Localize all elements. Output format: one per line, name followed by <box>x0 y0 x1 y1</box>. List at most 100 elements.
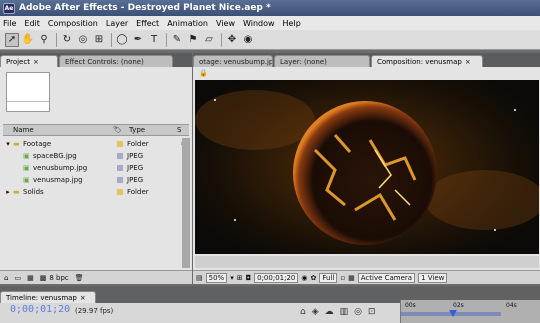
tab-project[interactable]: Project × <box>0 55 58 67</box>
expand-arrow-icon[interactable]: ▸ <box>3 188 13 196</box>
bit-depth-label[interactable]: 8 bpc <box>49 274 68 282</box>
menu-view[interactable]: View <box>216 19 235 28</box>
item-type: JPEG <box>127 152 144 160</box>
draft-3d-icon[interactable]: ◈ <box>312 307 325 317</box>
tab-effect-controls[interactable]: Effect Controls: (none) <box>59 55 173 67</box>
zoom-tool-icon[interactable]: ⚲ <box>37 33 51 47</box>
toolbar-divider <box>56 32 57 47</box>
tab-layer[interactable]: Layer: (none) <box>274 55 370 67</box>
item-type: JPEG <box>127 164 144 172</box>
type-tool-icon[interactable]: T <box>147 33 161 47</box>
view-layout-select[interactable]: 1 View <box>418 272 448 283</box>
zoom-select[interactable]: 50% <box>205 272 228 283</box>
list-item[interactable]: ▸ ▬ Solids Folder <box>3 186 189 198</box>
list-item[interactable]: ▣ venusmap.jpg JPEG <box>3 174 189 186</box>
composition-footer: ▤ 50% ▾ ⊞ ◘ 0;00;01;20 ◉ ✿ Full ▫ ▦ Acti… <box>193 270 540 284</box>
list-item[interactable]: ▣ venusbump.jpg JPEG <box>3 162 189 174</box>
shy-layers-icon[interactable]: ☁ <box>325 307 340 317</box>
list-item[interactable]: ▾ ▬ Footage Folder ⚙ <box>3 138 189 150</box>
color-channel-icon[interactable]: ✿ <box>311 274 317 282</box>
close-icon[interactable]: × <box>80 294 86 302</box>
image-file-icon: ▣ <box>23 152 30 160</box>
snapshot-icon[interactable]: ◉ <box>301 274 307 282</box>
tab-timeline[interactable]: Timeline: venusmap × <box>0 291 96 303</box>
tab-footage-label: otage: venusbump.jpg <box>199 58 273 66</box>
new-folder-icon[interactable]: ▭ <box>14 274 21 282</box>
tab-composition-label: Composition: venusmap <box>377 58 462 66</box>
time-ruler[interactable]: 00s 02s 04s <box>400 300 540 323</box>
menu-effect[interactable]: Effect <box>136 19 159 28</box>
camera-select[interactable]: Active Camera <box>357 272 416 283</box>
frame-rate: (29.97 fps) <box>75 307 114 315</box>
ruler-tick-label: 02s <box>453 302 464 309</box>
new-composition-icon[interactable]: ▦ <box>27 274 34 282</box>
pen-tool-icon[interactable]: ✒ <box>131 33 145 47</box>
tab-timeline-label: Timeline: venusmap <box>6 294 77 302</box>
timeline-timecode[interactable]: 0;00;01;20 <box>10 304 70 315</box>
project-scrollbar[interactable] <box>182 138 190 268</box>
column-name[interactable]: Name <box>3 126 113 134</box>
pan-behind-tool-icon[interactable]: ⊞ <box>92 33 106 47</box>
interpret-footage-icon[interactable]: ⌂ <box>4 274 8 282</box>
frame-blending-icon[interactable]: ▥ <box>340 307 355 317</box>
label-swatch <box>117 189 123 195</box>
ruler-tick-label: 04s <box>506 302 517 309</box>
tab-footage[interactable]: otage: venusbump.jpg <box>193 55 273 67</box>
tab-composition[interactable]: Composition: venusmap × <box>371 55 483 67</box>
rotate-tool-icon[interactable]: ↻ <box>60 33 74 47</box>
grid-icon[interactable]: ▤ <box>196 274 203 282</box>
grid-overlay-icon[interactable]: ⊞ <box>237 274 243 282</box>
item-name: Solids <box>23 188 44 196</box>
bit-depth-icon[interactable]: ▩ <box>40 274 47 282</box>
folder-icon: ▬ <box>13 140 20 148</box>
world-axis-icon[interactable]: ◉ <box>241 33 255 47</box>
project-footer: ⌂ ▭ ▦ ▩ 8 bpc 🗑 <box>0 270 192 284</box>
trash-icon[interactable]: 🗑 <box>75 274 84 282</box>
clone-stamp-tool-icon[interactable]: ⚑ <box>186 33 200 47</box>
chevron-down-icon[interactable]: ▾ <box>230 274 234 282</box>
brush-tool-icon[interactable]: ✎ <box>170 33 184 47</box>
motion-blur-icon[interactable]: ◎ <box>354 307 368 317</box>
column-size[interactable]: S <box>177 126 181 134</box>
folder-icon: ▬ <box>13 188 20 196</box>
column-type[interactable]: Type <box>127 126 177 134</box>
toolbar-divider <box>111 32 112 47</box>
mask-visibility-icon[interactable]: ◘ <box>246 274 252 282</box>
close-icon[interactable]: × <box>33 58 39 66</box>
lock-icon[interactable]: 🔒 <box>199 69 208 77</box>
current-time-indicator[interactable] <box>449 310 457 317</box>
expand-arrow-icon[interactable]: ▾ <box>3 140 13 148</box>
composition-mini-flowchart-icon[interactable]: ⌂ <box>300 307 312 317</box>
mask-tool-icon[interactable]: ◯ <box>115 33 129 47</box>
label-swatch <box>117 165 123 171</box>
transparency-grid-icon[interactable]: ▦ <box>348 274 355 282</box>
menu-layer[interactable]: Layer <box>106 19 128 28</box>
graph-editor-icon[interactable]: ⊡ <box>368 307 382 317</box>
list-item[interactable]: ▣ spaceBG.jpg JPEG <box>3 150 189 162</box>
hand-tool-icon[interactable]: ✋ <box>21 33 35 47</box>
resolution-select[interactable]: Full <box>319 272 338 283</box>
tab-effect-controls-label: Effect Controls: (none) <box>65 58 144 66</box>
close-icon[interactable]: × <box>465 58 471 66</box>
eraser-tool-icon[interactable]: ▱ <box>202 33 216 47</box>
timecode-display[interactable]: 0;00;01;20 <box>254 272 299 283</box>
orbit-camera-tool-icon[interactable]: ◎ <box>76 33 90 47</box>
composition-viewer[interactable] <box>195 80 539 254</box>
menu-window[interactable]: Window <box>243 19 275 28</box>
menu-animation[interactable]: Animation <box>167 19 208 28</box>
project-thumbnail <box>6 72 50 112</box>
item-type: JPEG <box>127 176 144 184</box>
axis-mode-icon[interactable]: ✥ <box>225 33 239 47</box>
menu-help[interactable]: Help <box>283 19 301 28</box>
menu-composition[interactable]: Composition <box>48 19 98 28</box>
item-name: venusmap.jpg <box>33 176 83 184</box>
menu-edit[interactable]: Edit <box>24 19 40 28</box>
ruler-tick-label: 00s <box>405 302 416 309</box>
selection-tool-icon[interactable]: ➚ <box>5 32 19 47</box>
label-swatch <box>117 153 123 159</box>
composition-header: 🔒 <box>195 69 539 79</box>
item-name: spaceBG.jpg <box>33 152 77 160</box>
label-column-icon[interactable]: 🏷 <box>113 126 127 134</box>
menu-file[interactable]: File <box>3 19 16 28</box>
region-of-interest-icon[interactable]: ▫ <box>340 274 345 282</box>
